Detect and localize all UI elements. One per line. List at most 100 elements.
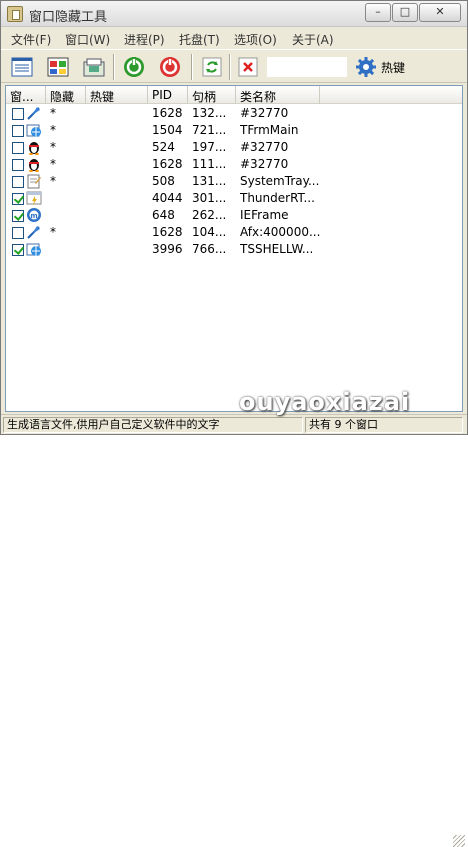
table-row[interactable]: * 1628 104... Afx:400000... xyxy=(6,224,462,241)
table-row[interactable]: 4044 301... ThunderRT... xyxy=(6,190,462,207)
row-checkbox[interactable] xyxy=(12,108,24,120)
cell-class: #32770 xyxy=(240,106,289,120)
maximize-button[interactable]: □ xyxy=(392,3,418,22)
globe-window-icon xyxy=(26,122,42,138)
table-row[interactable]: * 1628 132... #32770 xyxy=(6,105,462,122)
table-row[interactable]: * 1628 111... #32770 xyxy=(6,156,462,173)
resize-grip[interactable] xyxy=(453,835,465,847)
cell-handle: 111... xyxy=(192,157,227,171)
menu-tray[interactable]: 托盘(T) xyxy=(179,31,220,48)
cell-hidden: * xyxy=(50,157,56,171)
menu-process[interactable]: 进程(P) xyxy=(124,31,165,48)
cell-hidden xyxy=(46,241,86,258)
menu-about[interactable]: 关于(A) xyxy=(292,31,334,48)
row-checkbox[interactable] xyxy=(12,210,24,222)
toolbar-separator xyxy=(191,54,193,80)
row-checkbox[interactable] xyxy=(12,159,24,171)
hotkey-input[interactable] xyxy=(267,57,347,77)
cell-pid: 1628 xyxy=(152,225,183,239)
menu-options[interactable]: 选项(O) xyxy=(234,31,277,48)
cell-hotkey xyxy=(86,190,148,207)
cell-hidden: * xyxy=(50,140,56,154)
main-window: 窗口隐藏工具 – □ ✕ 文件(F) 窗口(W) 进程(P) 托盘(T) 选项(… xyxy=(0,0,468,847)
globe-window-icon xyxy=(26,241,42,257)
row-checkbox[interactable] xyxy=(12,244,24,256)
cell-hidden: * xyxy=(50,174,56,188)
svg-text:m: m xyxy=(30,212,37,220)
gear-icon xyxy=(355,56,377,78)
refresh-green-icon[interactable] xyxy=(121,54,147,80)
row-checkbox[interactable] xyxy=(12,142,24,154)
toolbar: 热键 xyxy=(1,49,467,83)
cell-handle: 262... xyxy=(192,208,227,222)
cell-pid: 3996 xyxy=(152,242,183,256)
cell-handle: 301... xyxy=(192,191,227,205)
cell-pid: 508 xyxy=(152,174,175,188)
table-row[interactable]: * 508 131... SystemTray... xyxy=(6,173,462,190)
row-checkbox[interactable] xyxy=(12,193,24,205)
cell-class: Afx:400000... xyxy=(240,225,320,239)
penguin-icon xyxy=(26,139,42,155)
cell-handle: 104... xyxy=(192,225,227,239)
list-header: 窗... 隐藏 热键 PID 句柄 类名称 xyxy=(6,86,462,104)
cell-hotkey xyxy=(86,105,148,122)
column-header-handle[interactable]: 句柄 xyxy=(188,86,236,104)
cell-handle: 131... xyxy=(192,174,227,188)
close-button[interactable]: ✕ xyxy=(419,3,461,22)
cell-hotkey xyxy=(86,207,148,224)
column-header-class[interactable]: 类名称 xyxy=(236,86,320,104)
reload-icon[interactable] xyxy=(199,54,225,80)
table-row[interactable]: * 524 197... #32770 xyxy=(6,139,462,156)
row-checkbox[interactable] xyxy=(12,227,24,239)
cell-hotkey xyxy=(86,173,148,190)
minimize-button[interactable]: – xyxy=(365,3,391,22)
cell-hidden xyxy=(46,190,86,207)
cell-pid: 1628 xyxy=(152,106,183,120)
refresh-red-icon[interactable] xyxy=(157,54,183,80)
cell-pid: 1504 xyxy=(152,123,183,137)
hotkey-button[interactable]: 热键 xyxy=(353,54,413,80)
menu-file[interactable]: 文件(F) xyxy=(11,31,51,48)
cell-handle: 132... xyxy=(192,106,227,120)
menu-window[interactable]: 窗口(W) xyxy=(65,31,110,48)
window-list[interactable]: 窗... 隐藏 热键 PID 句柄 类名称 * 1628 132... #32770 *… xyxy=(5,85,463,412)
cell-hidden: * xyxy=(50,225,56,239)
window-count: 共有 9 个窗口 xyxy=(305,417,463,433)
column-header-filler xyxy=(320,86,462,104)
cell-class: #32770 xyxy=(240,140,289,154)
delete-icon[interactable] xyxy=(235,54,261,80)
toolbar-separator xyxy=(229,54,231,80)
row-checkbox[interactable] xyxy=(12,176,24,188)
cell-class: IEFrame xyxy=(240,208,289,222)
thunder-window-icon xyxy=(26,190,42,206)
app-lock-icon xyxy=(7,6,23,22)
maxthon-icon: m xyxy=(26,207,42,223)
column-header-pid[interactable]: PID xyxy=(148,86,188,104)
cell-hotkey xyxy=(86,156,148,173)
notepad-icon xyxy=(26,173,42,189)
cell-class: TSSHELLW... xyxy=(240,242,314,256)
cell-hotkey xyxy=(86,139,148,156)
row-checkbox[interactable] xyxy=(12,125,24,137)
table-row[interactable]: m 648 262... IEFrame xyxy=(6,207,462,224)
column-header-hotkey[interactable]: 热键 xyxy=(86,86,148,104)
table-row[interactable]: 3996 766... TSSHELLW... xyxy=(6,241,462,258)
cell-class: TFrmMain xyxy=(240,123,299,137)
cell-hidden: * xyxy=(50,123,56,137)
window-grid-icon[interactable] xyxy=(45,54,71,80)
list-view-icon[interactable] xyxy=(9,54,35,80)
feather-icon xyxy=(26,105,42,121)
cell-pid: 4044 xyxy=(152,191,183,205)
title-bar[interactable]: 窗口隐藏工具 – □ ✕ xyxy=(1,1,467,27)
toolbar-separator xyxy=(113,54,115,80)
column-header-hidden[interactable]: 隐藏 xyxy=(46,86,86,104)
cell-pid: 648 xyxy=(152,208,175,222)
cell-class: SystemTray... xyxy=(240,174,320,188)
table-row[interactable]: * 1504 721... TFrmMain xyxy=(6,122,462,139)
column-header-window[interactable]: 窗... xyxy=(6,86,46,104)
cell-handle: 197... xyxy=(192,140,227,154)
feather-icon xyxy=(26,224,42,240)
tray-icon[interactable] xyxy=(81,54,107,80)
cell-hidden xyxy=(46,207,86,224)
cell-pid: 524 xyxy=(152,140,175,154)
